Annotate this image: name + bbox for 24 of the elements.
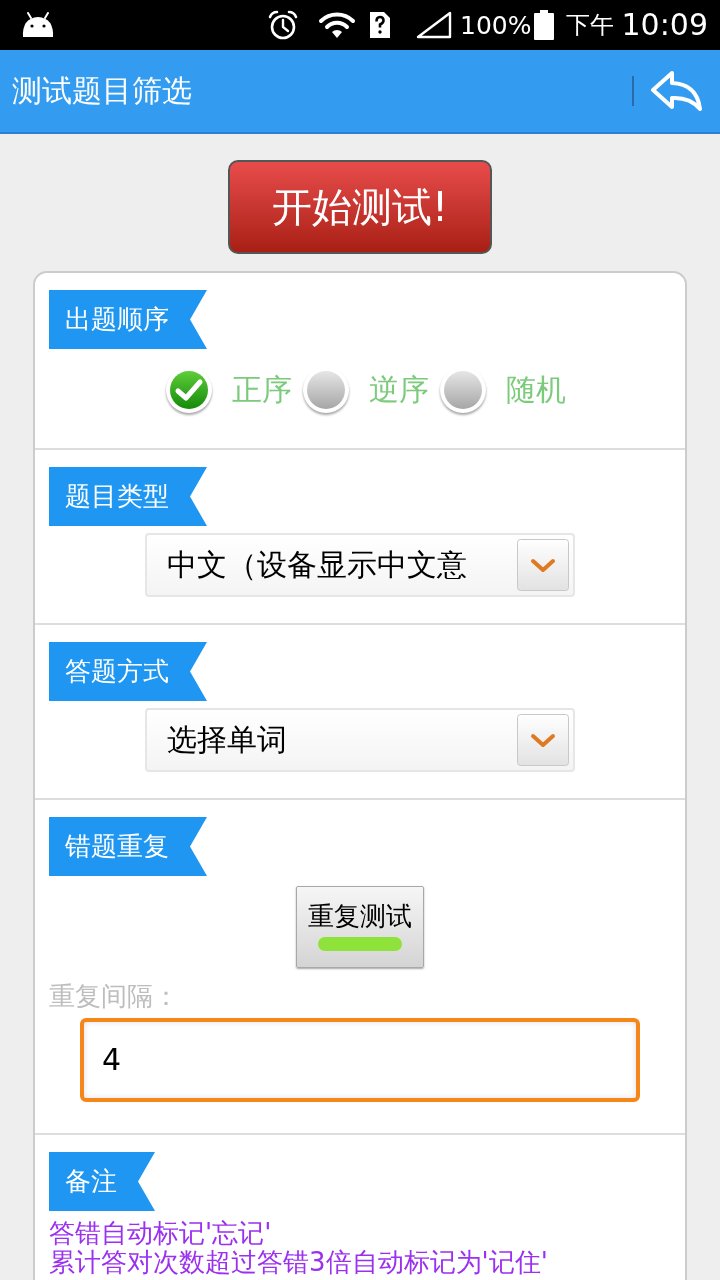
battery-percent: 100% [460, 12, 532, 38]
page-title: 测试题目筛选 [12, 76, 193, 106]
back-icon[interactable] [650, 70, 702, 112]
section-label: 题目类型 [49, 467, 207, 526]
dropdown[interactable]: 中文（设备显示中文意 [145, 533, 575, 597]
note-text: 答错自动标记'忘记' [49, 1219, 272, 1248]
repeat-test-toggle[interactable]: 重复测试 [296, 886, 424, 968]
section-label: 错题重复 [49, 817, 207, 876]
section-label: 备注 [49, 1152, 155, 1211]
field-label: 重复间隔： [49, 980, 179, 1012]
sim-card-icon [370, 12, 391, 38]
start-test-button[interactable]: 开始测试! [228, 160, 492, 254]
note-text: 累计答对次数超过答错3倍自动标记为'记住' [49, 1248, 548, 1277]
interval-input[interactable]: 4 [80, 1018, 640, 1102]
clock-time: 10:09 [621, 10, 708, 40]
android-icon [22, 12, 54, 38]
time-period: 下午 [565, 13, 614, 37]
alarm-clock-icon [268, 10, 299, 40]
dropdown[interactable]: 选择单词 [145, 708, 575, 772]
section-label: 出题顺序 [49, 290, 207, 349]
wifi-icon [318, 11, 357, 39]
section-label: 答题方式 [49, 642, 207, 701]
signal-icon [416, 11, 453, 39]
battery-icon [533, 10, 554, 40]
